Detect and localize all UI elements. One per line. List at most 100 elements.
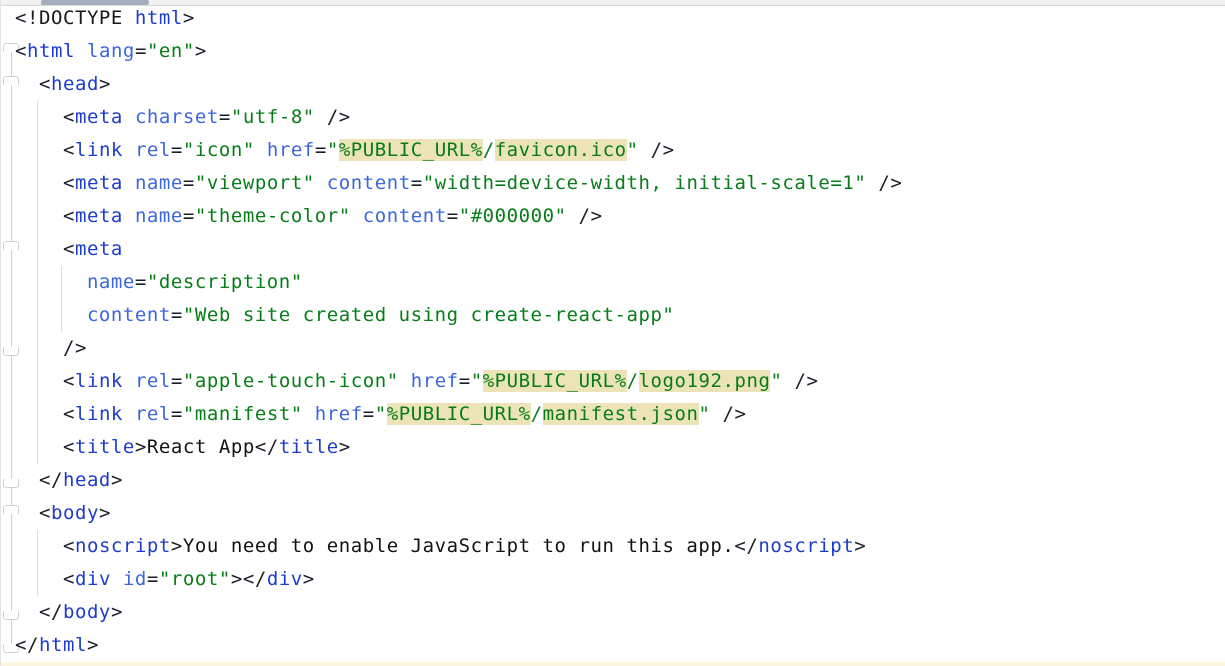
code-line[interactable]: <link rel="manifest" href="%PUBLIC_URL%/… xyxy=(15,398,1225,431)
code-token: "#000000" xyxy=(459,205,567,227)
code-token: <! xyxy=(15,7,39,29)
code-line[interactable]: <html lang="en"> xyxy=(15,35,1225,68)
code-line[interactable]: /> xyxy=(15,332,1225,365)
code-line[interactable]: <meta name="viewport" content="width=dev… xyxy=(15,167,1225,200)
code-token: </ xyxy=(39,601,63,623)
code-token: meta xyxy=(75,238,123,260)
code-line[interactable]: <meta charset="utf-8" /> xyxy=(15,101,1225,134)
code-token: = xyxy=(135,271,147,293)
code-line[interactable]: </head> xyxy=(15,464,1225,497)
code-token: "Web site created using create-react-app… xyxy=(183,304,675,326)
code-token: id xyxy=(123,568,147,590)
code-token xyxy=(111,568,123,590)
code-token: /> xyxy=(794,370,818,392)
code-line[interactable]: <title>React App</title> xyxy=(15,431,1225,464)
code-token: </ xyxy=(15,634,39,656)
code-line[interactable]: <link rel="apple-touch-icon" href="%PUBL… xyxy=(15,365,1225,398)
code-line[interactable]: <div id="root"></div> xyxy=(15,563,1225,596)
code-token: link xyxy=(75,403,123,425)
code-token: /> xyxy=(878,172,902,194)
code-token xyxy=(315,106,327,128)
code-token: < xyxy=(63,106,75,128)
code-token xyxy=(123,106,135,128)
code-token: > xyxy=(195,40,207,62)
code-line[interactable]: <meta xyxy=(15,233,1225,266)
code-line[interactable]: <link rel="icon" href="%PUBLIC_URL%/favi… xyxy=(15,134,1225,167)
code-token: /> xyxy=(63,337,87,359)
code-line[interactable]: </html> xyxy=(15,629,1225,662)
code-token xyxy=(567,205,579,227)
code-line[interactable]: <!DOCTYPE html> xyxy=(15,2,1225,35)
code-line[interactable]: <meta name="theme-color" content="#00000… xyxy=(15,200,1225,233)
code-token: meta xyxy=(75,205,123,227)
code-token: content xyxy=(363,205,447,227)
code-token: React App xyxy=(147,436,255,458)
code-token: > xyxy=(339,436,351,458)
code-token: = xyxy=(171,370,183,392)
code-token: name xyxy=(135,205,183,227)
code-token: "theme-color" xyxy=(195,205,351,227)
bottom-strip xyxy=(1,662,1225,666)
code-token: head xyxy=(63,469,111,491)
code-token: ></ xyxy=(231,568,267,590)
code-token: > xyxy=(854,535,866,557)
code-token: > xyxy=(99,73,111,95)
template-token-highlight: %PUBLIC_URL% xyxy=(387,403,531,425)
code-token: name xyxy=(87,271,135,293)
code-token: DOCTYPE xyxy=(39,7,123,29)
code-token: = xyxy=(447,205,459,227)
code-token: noscript xyxy=(758,535,854,557)
code-token: = xyxy=(363,403,375,425)
code-token: = xyxy=(411,172,423,194)
code-token: < xyxy=(63,370,75,392)
code-token: rel xyxy=(135,139,171,161)
code-token: > xyxy=(171,535,183,557)
code-token: > xyxy=(111,469,123,491)
code-token: noscript xyxy=(75,535,171,557)
code-token xyxy=(123,172,135,194)
code-token xyxy=(15,172,63,194)
code-token: " xyxy=(471,370,483,392)
code-line[interactable]: </body> xyxy=(15,596,1225,629)
code-line[interactable]: content="Web site created using create-r… xyxy=(15,299,1225,332)
code-token xyxy=(123,205,135,227)
code-token: meta xyxy=(75,106,123,128)
code-token xyxy=(15,601,39,623)
code-token: body xyxy=(51,502,99,524)
code-token: content xyxy=(87,304,171,326)
code-token xyxy=(123,370,135,392)
editor-window: { "editor": { "language": "html", "file_… xyxy=(0,0,1225,666)
code-token: html xyxy=(27,40,75,62)
code-line[interactable]: <body> xyxy=(15,497,1225,530)
code-token: link xyxy=(75,370,123,392)
code-token: "width=device-width, initial-scale=1" xyxy=(423,172,867,194)
code-token: " xyxy=(627,139,639,161)
template-token-highlight: logo192.png xyxy=(639,370,771,392)
code-token: = xyxy=(135,40,147,62)
code-token: /> xyxy=(579,205,603,227)
code-token: "root" xyxy=(159,568,231,590)
code-token: = xyxy=(459,370,471,392)
code-token: / xyxy=(483,139,495,161)
code-token: > xyxy=(135,436,147,458)
code-token: charset xyxy=(135,106,219,128)
code-token: " xyxy=(699,403,711,425)
code-token: = xyxy=(171,403,183,425)
code-token: body xyxy=(63,601,111,623)
code-token xyxy=(123,7,135,29)
code-token: "viewport" xyxy=(195,172,315,194)
code-token xyxy=(15,568,63,590)
code-token xyxy=(15,106,63,128)
code-token: < xyxy=(15,40,27,62)
code-line[interactable]: <noscript>You need to enable JavaScript … xyxy=(15,530,1225,563)
code-token: href xyxy=(411,370,459,392)
code-area[interactable]: <!DOCTYPE html><html lang="en"> <head> <… xyxy=(1,2,1225,662)
code-line[interactable]: <head> xyxy=(15,68,1225,101)
code-token: < xyxy=(63,172,75,194)
code-token xyxy=(15,436,63,458)
code-token: > xyxy=(303,568,315,590)
code-line[interactable]: name="description" xyxy=(15,266,1225,299)
code-token xyxy=(123,403,135,425)
code-token: / xyxy=(531,403,543,425)
code-token xyxy=(15,337,63,359)
